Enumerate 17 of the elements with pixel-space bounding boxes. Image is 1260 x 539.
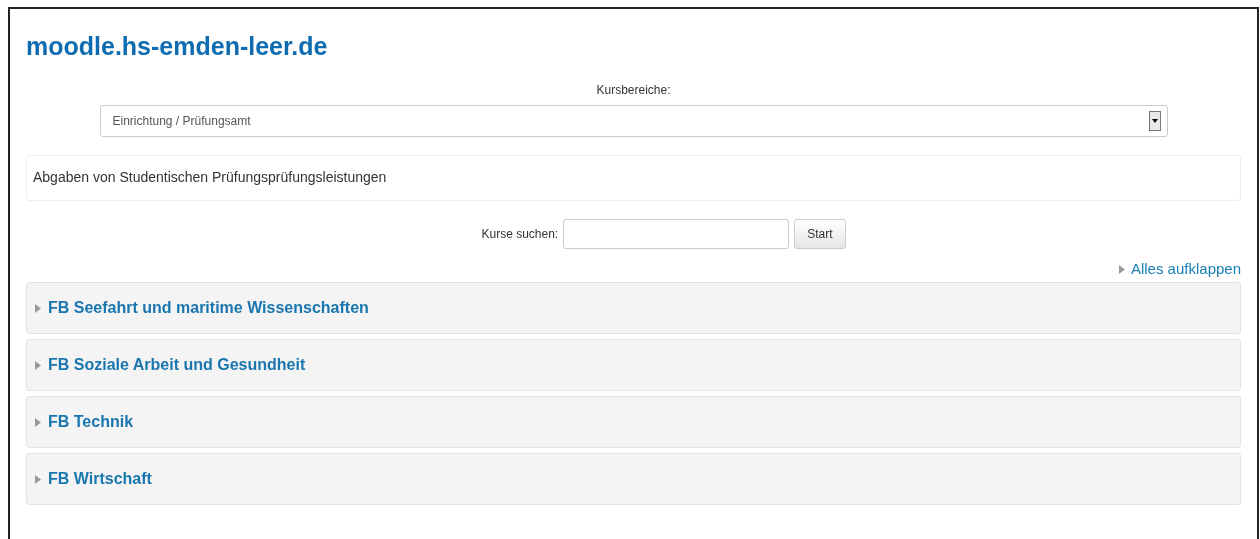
caret-icon[interactable] — [35, 474, 41, 484]
category-link[interactable]: FB Technik — [48, 410, 134, 434]
select-label: Kursbereiche: — [596, 82, 671, 99]
category-dropdown[interactable]: Einrichtung / Prüfungsamt — [99, 105, 1168, 137]
category-link[interactable]: FB Soziale Arbeit und Gesundheit — [48, 353, 306, 377]
search-label: Kurse suchen: — [481, 226, 559, 243]
site-title[interactable]: moodle.hs-emden-leer.de — [26, 29, 328, 63]
search-field[interactable] — [563, 219, 790, 249]
expand-all-link[interactable]: Alles aufklappen — [1130, 257, 1241, 281]
category-link[interactable]: FB Wirtschaft — [48, 467, 152, 491]
caret-icon[interactable] — [35, 417, 41, 427]
caret-icon[interactable] — [35, 303, 41, 313]
caret-icon — [1118, 264, 1125, 274]
category-link[interactable]: FB Seefahrt und maritime Wissenschaften — [48, 296, 369, 320]
start-button[interactable]: Start — [794, 219, 846, 249]
caret-icon[interactable] — [35, 360, 41, 370]
category-description: Abgaben von Studentischen Prüfungsprüfungsleistungen — [33, 169, 387, 185]
